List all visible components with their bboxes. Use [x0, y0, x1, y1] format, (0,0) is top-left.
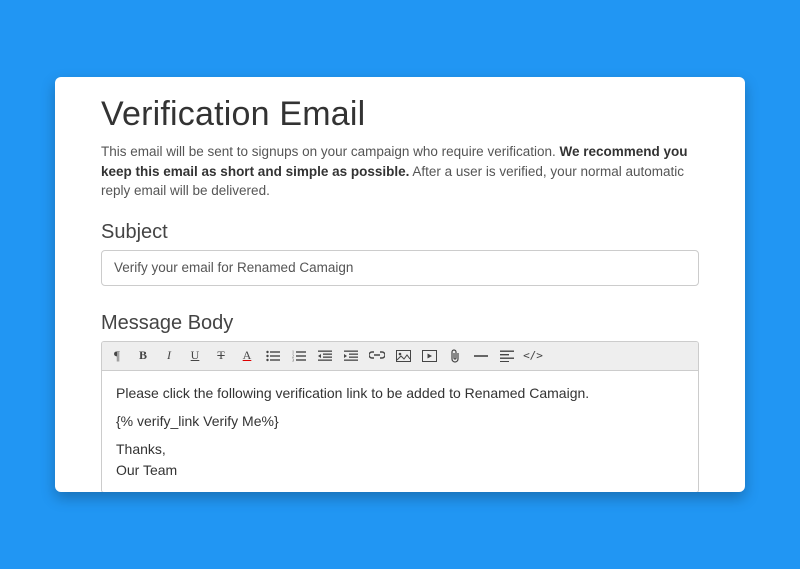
svg-text:3: 3 — [292, 357, 294, 362]
strikethrough-icon[interactable]: T — [212, 346, 230, 366]
editor-toolbar: ¶ B I U T A 123 — [102, 342, 698, 371]
page-title: Verification Email — [101, 95, 699, 134]
rich-text-editor: ¶ B I U T A 123 — [101, 341, 699, 492]
paragraph-icon[interactable]: ¶ — [108, 346, 126, 366]
unordered-list-icon[interactable] — [264, 346, 282, 366]
subject-input[interactable] — [101, 250, 699, 286]
subject-label: Subject — [101, 221, 699, 244]
italic-icon[interactable]: I — [160, 346, 178, 366]
body-line-3: Thanks, — [116, 439, 684, 459]
message-body-editor[interactable]: Please click the following verification … — [102, 371, 698, 492]
horizontal-rule-icon[interactable] — [472, 346, 490, 366]
verification-email-card: Verification Email This email will be se… — [55, 77, 745, 492]
body-line-2: {% verify_link Verify Me%} — [116, 411, 684, 431]
indent-icon[interactable] — [342, 346, 360, 366]
align-icon[interactable] — [498, 346, 516, 366]
page-description: This email will be sent to signups on yo… — [101, 142, 699, 201]
message-body-label: Message Body — [101, 312, 699, 335]
description-pre: This email will be sent to signups on yo… — [101, 144, 559, 159]
attachment-icon[interactable] — [446, 346, 464, 366]
ordered-list-icon[interactable]: 123 — [290, 346, 308, 366]
text-color-icon[interactable]: A — [238, 346, 256, 366]
image-icon[interactable] — [394, 346, 412, 366]
outdent-icon[interactable] — [316, 346, 334, 366]
code-view-icon[interactable]: </> — [524, 346, 542, 366]
bold-icon[interactable]: B — [134, 346, 152, 366]
underline-icon[interactable]: U — [186, 346, 204, 366]
body-line-1: Please click the following verification … — [116, 383, 684, 403]
video-icon[interactable] — [420, 346, 438, 366]
link-icon[interactable] — [368, 346, 386, 366]
body-line-4: Our Team — [116, 460, 684, 480]
